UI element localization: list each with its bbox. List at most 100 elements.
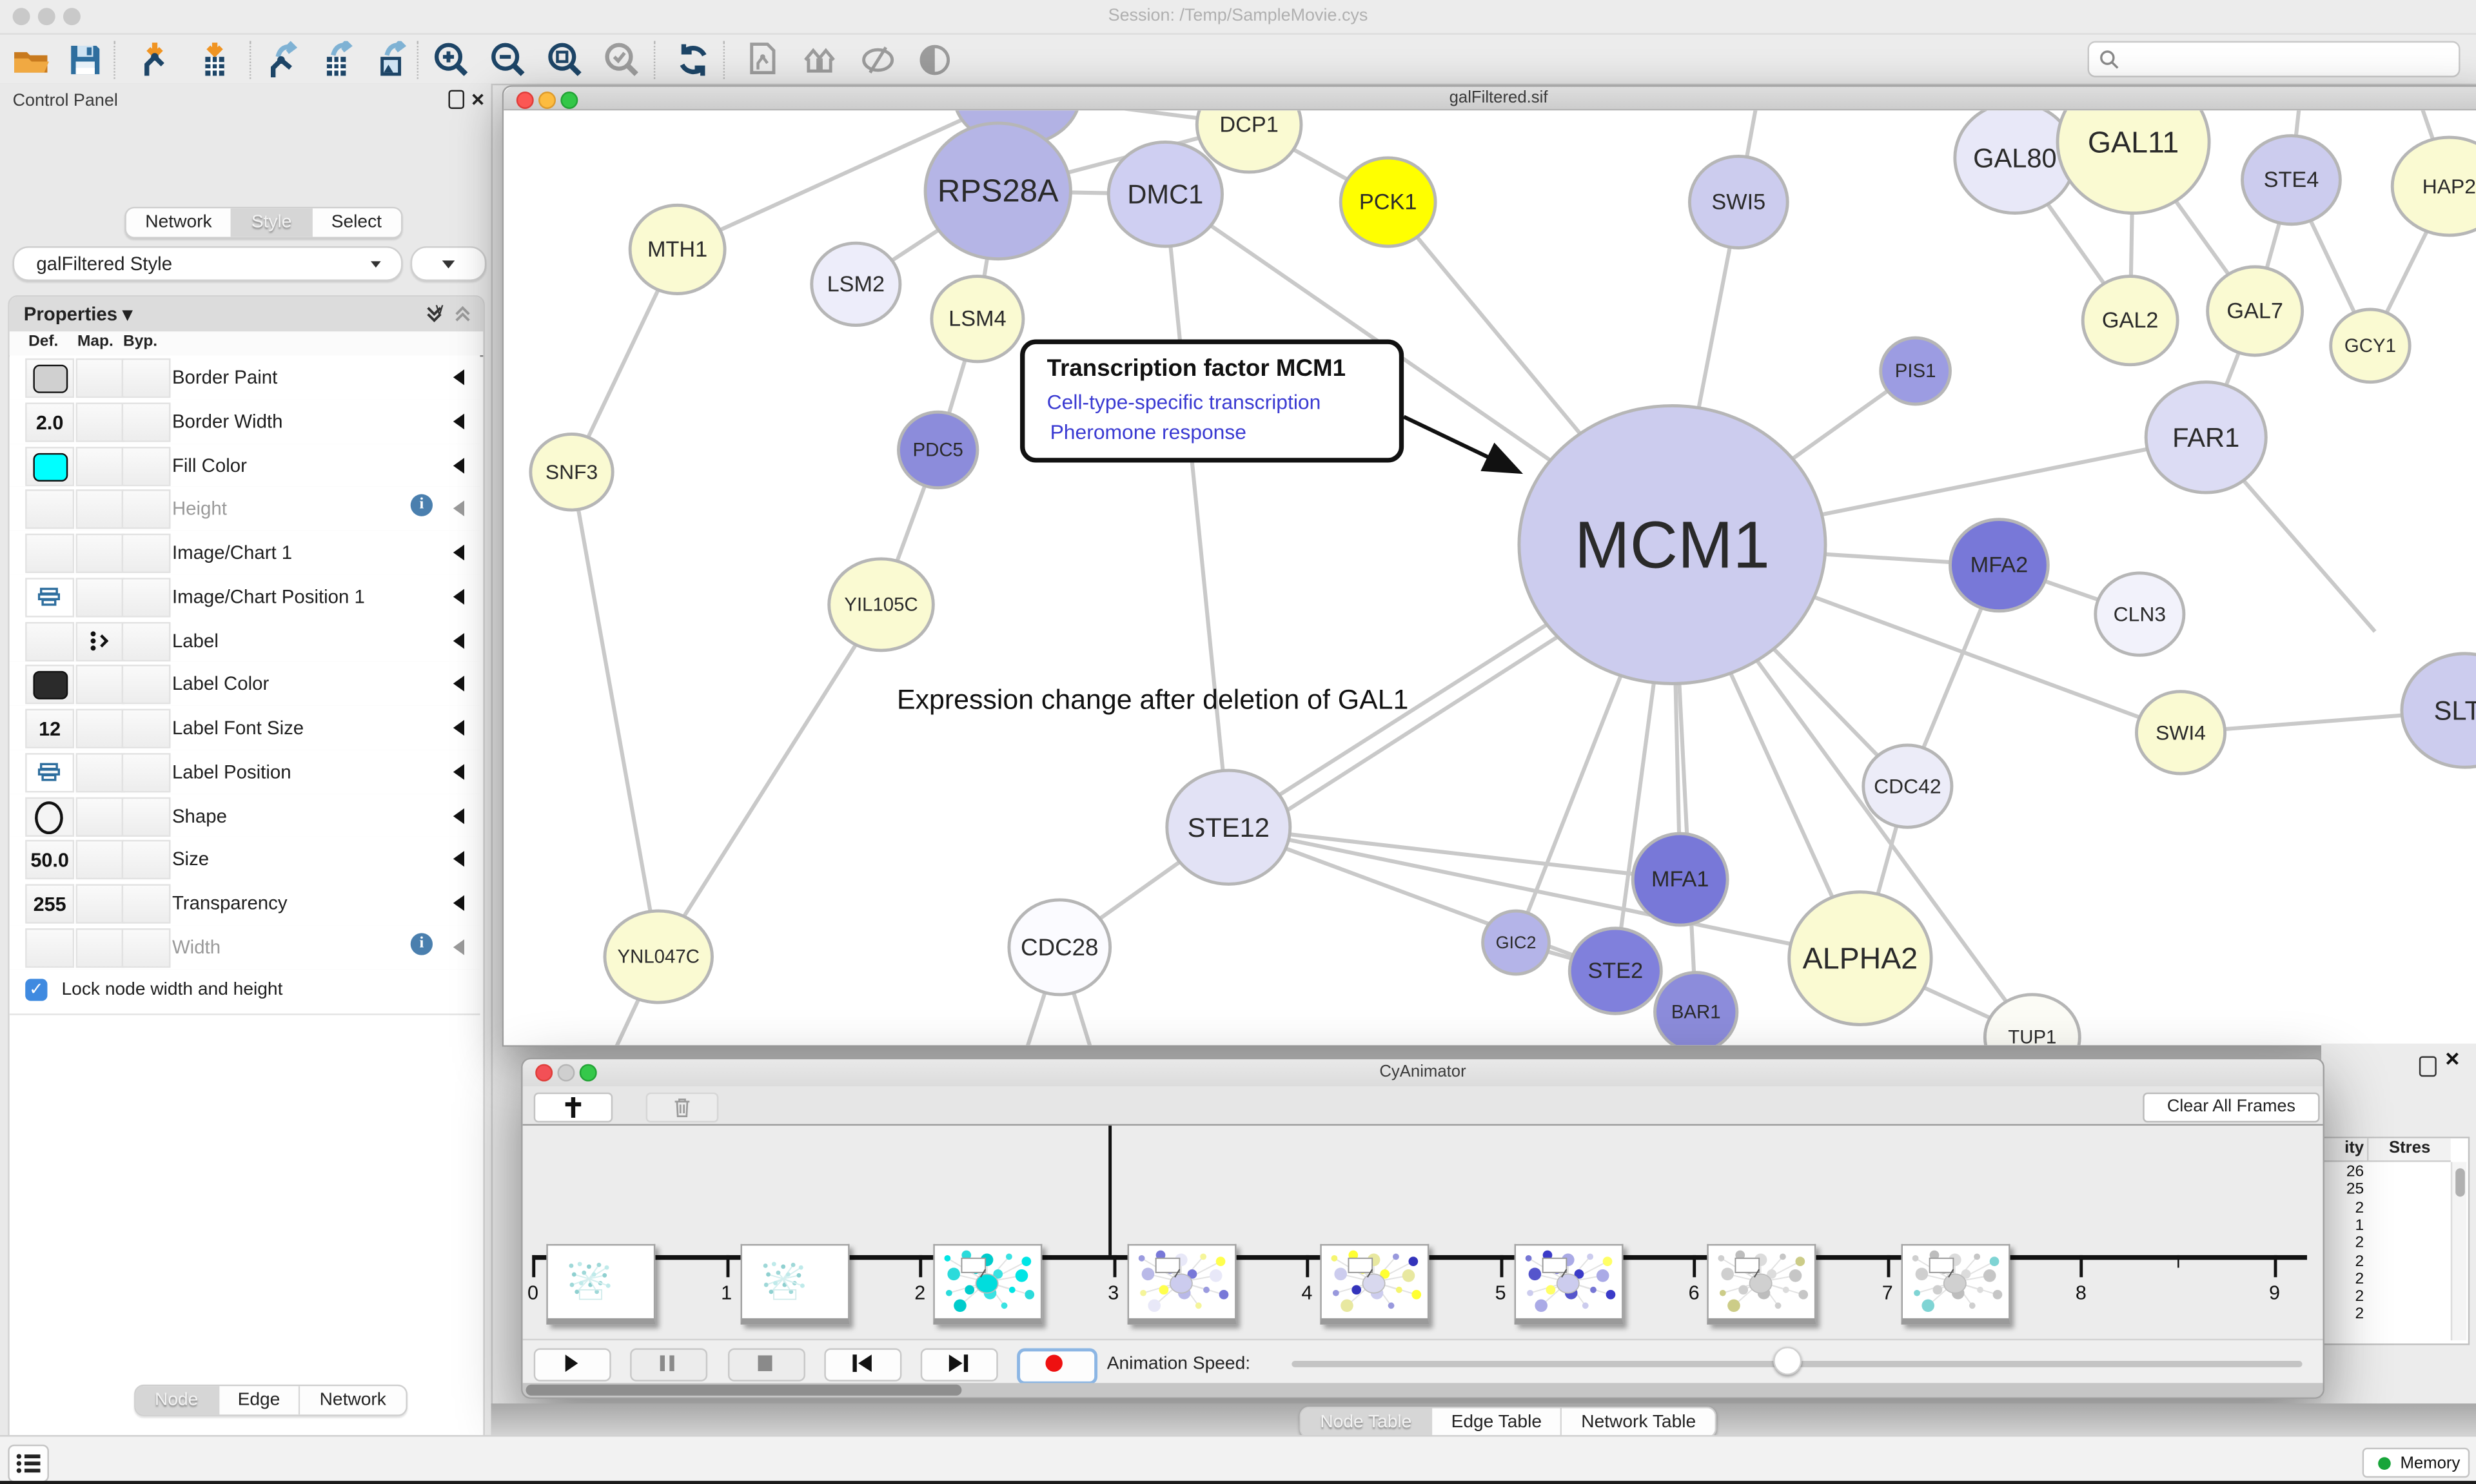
mapping-cell[interactable]	[76, 490, 125, 529]
network-canvas[interactable]: RPS28BDCP1RPS28ADMC1PCK1MTH1LSM2LSM4SNF3…	[504, 110, 2476, 1045]
default-value-cell[interactable]	[25, 621, 74, 661]
tab-network-table[interactable]: Network Table	[1562, 1407, 1715, 1436]
bypass-cell[interactable]	[122, 753, 171, 792]
mapping-cell[interactable]	[76, 753, 125, 792]
table-cell[interactable]: 2	[2326, 1199, 2364, 1216]
default-value-cell[interactable]: 12	[25, 709, 74, 748]
tab-select[interactable]: Select	[312, 208, 400, 237]
column-header[interactable]: ity	[2323, 1138, 2368, 1162]
scrollbar-thumb[interactable]	[526, 1385, 962, 1396]
property-row-border-width[interactable]: 2.0Border Width	[10, 399, 480, 444]
property-row-image-chart-1[interactable]: Image/Chart 1	[10, 531, 480, 576]
annotation-link[interactable]: Cell-type-specific transcription	[1047, 390, 1321, 414]
network-window-titlebar[interactable]: galFiltered.sif	[504, 87, 2476, 111]
default-value-cell[interactable]: 50.0	[25, 840, 74, 879]
mapping-cell[interactable]	[76, 840, 125, 879]
table-cell[interactable]: 1	[2326, 1217, 2364, 1235]
bypass-cell[interactable]	[122, 446, 171, 485]
frame-thumbnail-1[interactable]	[740, 1244, 849, 1325]
info-icon[interactable]: i	[411, 933, 433, 955]
cyanimator-titlebar[interactable]: CyAnimator	[523, 1059, 2323, 1088]
table-cell[interactable]: 2	[2326, 1235, 2364, 1253]
property-row-label[interactable]: Label	[10, 618, 480, 663]
property-row-shape[interactable]: Shape	[10, 794, 480, 839]
speed-slider-handle[interactable]	[1773, 1347, 1802, 1375]
expand-arrow-icon[interactable]	[453, 676, 464, 692]
expand-arrow-icon[interactable]	[453, 720, 464, 736]
record-button[interactable]	[1017, 1348, 1097, 1384]
text-annotation[interactable]: Expression change after deletion of GAL1	[897, 683, 1408, 716]
bypass-cell[interactable]	[122, 490, 171, 529]
mapping-cell[interactable]	[76, 665, 125, 705]
bypass-cell[interactable]	[122, 621, 171, 661]
timeline-scrollbar[interactable]	[523, 1383, 2323, 1397]
bypass-cell[interactable]	[122, 578, 171, 617]
expand-arrow-icon[interactable]	[453, 545, 464, 560]
frame-thumbnail-4[interactable]	[1321, 1244, 1430, 1325]
table-cell[interactable]: 2	[2326, 1289, 2364, 1306]
export-table-icon[interactable]	[319, 41, 357, 79]
mapping-cell[interactable]	[76, 578, 125, 617]
task-history-button[interactable]	[8, 1445, 49, 1483]
tab-node[interactable]: Node	[136, 1386, 219, 1414]
bypass-cell[interactable]	[122, 534, 171, 573]
clear-all-frames-button[interactable]: Clear All Frames	[2143, 1093, 2319, 1123]
properties-header[interactable]: Properties ▾ ∨	[10, 297, 484, 331]
table-cell[interactable]: 2	[2326, 1271, 2364, 1288]
show-eye-icon[interactable]	[916, 41, 954, 79]
default-value-cell[interactable]	[25, 446, 74, 485]
float-panel-icon[interactable]	[2419, 1056, 2437, 1077]
bypass-cell[interactable]	[122, 358, 171, 398]
property-row-image-chart-position-1[interactable]: Image/Chart Position 1	[10, 574, 480, 620]
annotation-link[interactable]: Pheromone response	[1050, 420, 1246, 444]
mapping-cell[interactable]	[76, 797, 125, 836]
table-cell[interactable]: 26	[2326, 1164, 2364, 1181]
default-value-cell[interactable]	[25, 534, 74, 573]
bypass-cell[interactable]	[122, 402, 171, 442]
expand-arrow-icon[interactable]	[453, 939, 464, 955]
bypass-cell[interactable]	[122, 797, 171, 836]
tab-node-table[interactable]: Node Table	[1301, 1407, 1432, 1436]
default-value-cell[interactable]	[25, 578, 74, 617]
tab-edge[interactable]: Edge	[219, 1386, 300, 1414]
refresh-icon[interactable]	[674, 41, 712, 79]
edge-YIL105C-YNL047C[interactable]	[658, 605, 881, 957]
import-network-icon[interactable]	[136, 41, 174, 79]
zoom-selected-icon[interactable]	[604, 41, 642, 79]
mapping-cell[interactable]	[76, 709, 125, 748]
delete-frame-button[interactable]	[646, 1093, 719, 1123]
property-row-border-paint[interactable]: Border Paint	[10, 355, 480, 400]
open-folder-icon[interactable]	[13, 41, 51, 79]
copy-document-icon[interactable]	[743, 41, 781, 79]
close-panel-icon[interactable]: ✕	[471, 90, 486, 111]
bypass-cell[interactable]	[122, 709, 171, 748]
next-frame-button[interactable]	[921, 1348, 998, 1381]
style-select[interactable]: galFiltered Style	[13, 246, 403, 281]
table-scrollbar[interactable]	[2451, 1162, 2466, 1340]
zoom-out-icon[interactable]	[489, 41, 527, 79]
save-icon[interactable]	[66, 41, 104, 79]
expand-arrow-icon[interactable]	[453, 632, 464, 648]
tab-network[interactable]: Network	[300, 1386, 405, 1414]
expand-arrow-icon[interactable]	[453, 895, 464, 911]
bypass-cell[interactable]	[122, 840, 171, 879]
frame-thumbnail-7[interactable]	[1901, 1244, 2010, 1325]
table-cell[interactable]: 2	[2326, 1253, 2364, 1270]
bypass-cell[interactable]	[122, 928, 171, 967]
pause-button[interactable]	[630, 1348, 707, 1381]
property-row-fill-color[interactable]: Fill Color	[10, 443, 480, 488]
property-row-transparency[interactable]: 255Transparency	[10, 881, 480, 926]
expand-arrow-icon[interactable]	[453, 369, 464, 385]
info-icon[interactable]: i	[411, 494, 433, 516]
default-value-cell[interactable]: 2.0	[25, 402, 74, 442]
default-value-cell[interactable]	[25, 490, 74, 529]
expand-arrow-icon[interactable]	[453, 852, 464, 867]
play-button[interactable]	[534, 1348, 611, 1381]
close-panel-icon[interactable]: ✕	[2444, 1048, 2461, 1070]
home-network-icon[interactable]	[802, 41, 840, 79]
bypass-cell[interactable]	[122, 884, 171, 923]
frame-thumbnail-2[interactable]	[934, 1244, 1043, 1325]
frame-thumbnail-5[interactable]	[1514, 1244, 1623, 1325]
property-row-width[interactable]: Widthi	[10, 924, 480, 970]
frame-thumbnail-0[interactable]	[546, 1244, 655, 1325]
